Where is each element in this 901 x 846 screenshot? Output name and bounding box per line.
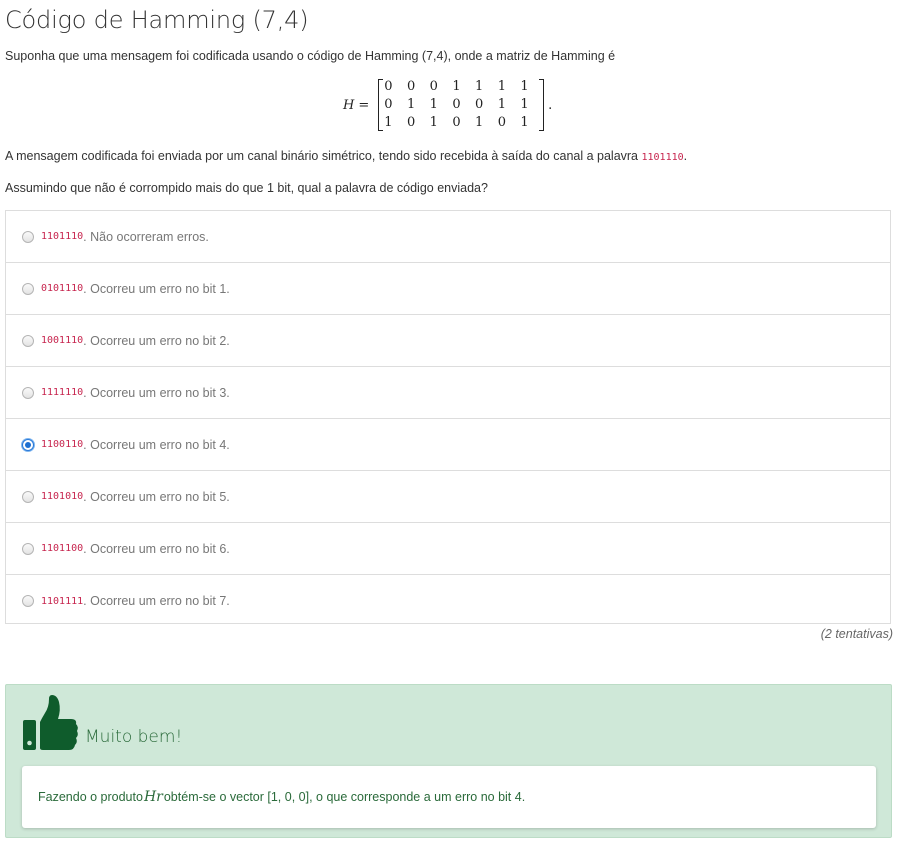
matrix-symbol: H	[343, 97, 355, 113]
matrix-cell: 1	[429, 97, 438, 112]
received-word: 1101110	[641, 152, 684, 163]
option-radio[interactable]	[22, 334, 34, 347]
feedback-math: Hr	[143, 789, 163, 805]
option-radio[interactable]	[22, 386, 34, 399]
option-codeword: 0101110	[41, 283, 84, 294]
answer-option[interactable]: 1101010. Ocorreu um erro no bit 5.	[6, 471, 890, 523]
matrix-right-bracket	[539, 79, 545, 131]
feedback-panel: Muito bem! Fazendo o produto Hr obtém-se…	[5, 684, 892, 838]
option-label: . Ocorreu um erro no bit 6.	[83, 541, 230, 556]
answer-option[interactable]: 0101110. Ocorreu um erro no bit 1.	[6, 263, 890, 315]
matrix-cell: 1	[497, 97, 506, 112]
matrix-cell: 1	[452, 79, 461, 94]
option-label: . Ocorreu um erro no bit 7.	[83, 594, 230, 608]
option-label: . Ocorreu um erro no bit 4.	[83, 437, 230, 452]
matrix-cell: 0	[406, 79, 416, 94]
matrix-cell: 0	[497, 115, 506, 130]
matrix-cell: 0	[429, 79, 438, 94]
option-label: . Ocorreu um erro no bit 2.	[83, 333, 230, 348]
option-label: . Ocorreu um erro no bit 1.	[83, 281, 230, 296]
answer-option[interactable]: 1111110. Ocorreu um erro no bit 3.	[6, 367, 890, 419]
matrix-cell: 0	[475, 97, 484, 112]
matrix-cell: 1	[475, 115, 484, 130]
answer-option[interactable]: 1101110. Não ocorreram erros.	[6, 211, 890, 263]
option-label: . Não ocorreram erros.	[83, 229, 209, 244]
feedback-text-before: Fazendo o produto	[38, 790, 143, 804]
option-radio[interactable]	[22, 595, 34, 607]
matrix-cell: 1	[475, 79, 484, 94]
matrix-equals: =	[358, 97, 370, 113]
option-codeword: 1101010	[41, 491, 84, 502]
matrix-cell: 0	[384, 97, 393, 112]
channel-text-before: A mensagem codificada foi enviada por um…	[5, 149, 642, 163]
option-codeword: 1101110	[41, 231, 84, 242]
answer-options: 1101110. Não ocorreram erros. 0101110. Oc…	[5, 210, 891, 624]
option-label: . Ocorreu um erro no bit 5.	[83, 489, 230, 504]
channel-text-after: .	[683, 149, 688, 163]
feedback-explanation: Fazendo o produto Hr obtém-se o vector […	[22, 766, 876, 828]
option-codeword: 1111110	[41, 387, 84, 398]
channel-text: A mensagem codificada foi enviada por um…	[5, 147, 687, 167]
thumbs-up-icon	[23, 695, 78, 750]
feedback-text-after: obtém-se o vector [1, 0, 0], o que corre…	[163, 790, 526, 804]
option-radio[interactable]	[22, 542, 34, 555]
option-radio[interactable]	[22, 230, 34, 243]
matrix-cell: 1	[497, 79, 506, 94]
question-text: Assumindo que não é corrompido mais do q…	[5, 181, 488, 195]
matrix-cell: 1	[520, 79, 529, 94]
option-codeword: 1101111	[41, 595, 84, 607]
matrix-cell: 1	[406, 97, 416, 112]
matrix-cell: 0	[406, 115, 416, 130]
matrix-cell: 1	[384, 115, 393, 130]
answer-option[interactable]: 1101100. Ocorreu um erro no bit 6.	[6, 523, 890, 575]
page-title: Código de Hamming (7,4)	[5, 6, 309, 34]
matrix-cell: 1	[520, 115, 529, 130]
answer-option[interactable]: 1100110. Ocorreu um erro no bit 4.	[6, 419, 890, 471]
feedback-title: Muito bem!	[85, 727, 183, 747]
answer-option[interactable]: 1001110. Ocorreu um erro no bit 2.	[6, 315, 890, 367]
option-radio[interactable]	[22, 282, 34, 295]
matrix-cell: 0	[452, 115, 461, 130]
option-radio[interactable]	[22, 438, 34, 451]
matrix-cell: 1	[520, 97, 529, 112]
option-codeword: 1001110	[41, 335, 84, 346]
hamming-matrix: H = 000111101100111010101 .	[343, 77, 552, 133]
matrix-grid: 000111101100111010101	[380, 78, 539, 132]
matrix-cell: 1	[429, 115, 438, 130]
option-codeword: 1100110	[41, 439, 84, 450]
answer-option[interactable]: 1101111. Ocorreu um erro no bit 7.	[6, 575, 890, 627]
intro-text: Suponha que uma mensagem foi codificada …	[5, 49, 616, 63]
matrix-cell: 0	[452, 97, 461, 112]
option-codeword: 1101100	[41, 543, 84, 554]
option-label: . Ocorreu um erro no bit 3.	[83, 385, 230, 400]
matrix-cell: 0	[384, 79, 393, 94]
attempts-count: (2 tentativas)	[820, 627, 893, 641]
matrix-period: .	[548, 97, 553, 113]
option-radio[interactable]	[22, 490, 34, 503]
